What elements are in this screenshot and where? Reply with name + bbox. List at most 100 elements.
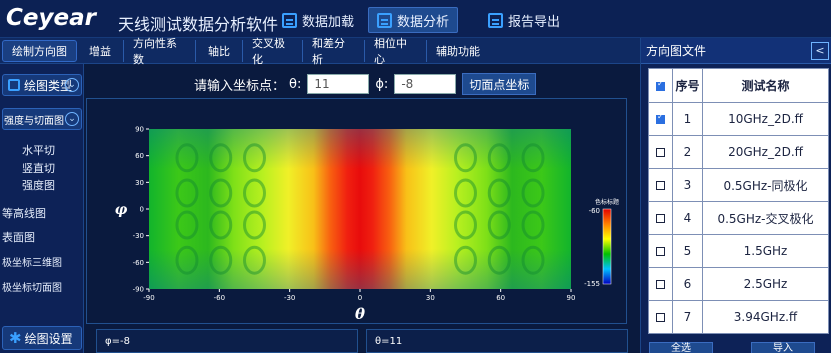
- table-row[interactable]: 3 0.5GHz-同极化: [648, 168, 829, 202]
- tab-data-analysis[interactable]: 数据分析: [368, 7, 459, 33]
- table-row[interactable]: 5 1.5GHz: [648, 234, 829, 268]
- x-axis-label: θ: [355, 305, 365, 323]
- row-name: 2.5GHz: [702, 267, 829, 301]
- row-checkbox[interactable]: [656, 112, 665, 124]
- row-checkbox[interactable]: [656, 148, 665, 157]
- table-row[interactable]: 110GHz_2D.ff: [648, 102, 829, 136]
- colorbar-min-label: -155: [584, 280, 600, 288]
- analysis-icon: [377, 12, 392, 28]
- row-checkbox-cell[interactable]: [648, 234, 673, 268]
- theta-label: θ:: [289, 76, 302, 92]
- row-name: 3.94GHz.ff: [702, 300, 829, 334]
- row-checkbox[interactable]: [656, 247, 665, 256]
- report-icon: [488, 12, 503, 28]
- table-row[interactable]: 4 0.5GHz-交叉极化: [648, 201, 829, 235]
- heatmap-area: [149, 129, 571, 289]
- row-name: 10GHz_2D.ff: [702, 102, 829, 136]
- colorbar-scale: [602, 208, 612, 285]
- colorbar-title: 色标标题: [595, 198, 619, 206]
- toolbar-directivity[interactable]: 方向性系数: [124, 37, 196, 66]
- sidebar-item-surface[interactable]: 表面图: [2, 229, 35, 245]
- logo: Ceyear: [6, 5, 96, 31]
- collapse-icon[interactable]: <: [811, 42, 829, 60]
- toolbar-aux[interactable]: 辅助功能: [427, 40, 489, 62]
- row-name: 0.5GHz-同极化: [702, 168, 829, 202]
- cut-point-button[interactable]: 切面点坐标: [462, 73, 537, 95]
- phi-input[interactable]: -8: [394, 74, 457, 94]
- intensity-cut-header[interactable]: 强度与切面图 ⌄: [2, 108, 82, 130]
- row-checkbox-cell[interactable]: [648, 267, 673, 301]
- y-tick-label: -90: [133, 286, 144, 294]
- theta-input[interactable]: 11: [307, 74, 370, 94]
- toolbar-cross-polar[interactable]: 交叉极化: [243, 37, 303, 66]
- row-checkbox[interactable]: [656, 313, 665, 322]
- table-row[interactable]: 7 3.94GHz.ff: [648, 300, 829, 334]
- main-area: 请输入坐标点： θ: 11 ϕ: -8 切面点坐标 -90 -60 -30 0 …: [86, 64, 642, 353]
- file-table: 序号 测试名称 110GHz_2D.ff220GHz_2D.ff30.5GHz-…: [648, 68, 829, 334]
- tab-label: 报告导出: [508, 14, 561, 30]
- theta-cut-box: θ=11: [366, 329, 628, 353]
- row-checkbox[interactable]: [656, 214, 665, 223]
- tab-label: 数据分析: [397, 14, 450, 30]
- row-index: 1: [672, 102, 703, 136]
- chevron-down-icon: ⌄: [65, 78, 79, 92]
- toolbar-axial-ratio[interactable]: 轴比: [196, 39, 243, 62]
- row-index: 7: [672, 300, 703, 334]
- x-tick-label: 30: [426, 294, 435, 302]
- row-index: 2: [672, 135, 703, 169]
- left-sidebar: 绘图类型 ⌄ 强度与切面图 ⌄ 水平切 竖直切 强度图 等高线图 表面图 极坐标…: [0, 64, 84, 353]
- row-checkbox-cell[interactable]: [648, 300, 673, 334]
- app-title: 天线测试数据分析软件: [118, 15, 279, 34]
- row-checkbox-cell[interactable]: [648, 135, 673, 169]
- colorbar-max-label: -60: [589, 207, 600, 215]
- sidebar-item-intensity-map[interactable]: 强度图: [22, 177, 55, 193]
- file-panel-title: 方向图文件: [646, 44, 707, 58]
- file-panel-header: 方向图文件 <: [641, 38, 831, 64]
- toolbar-draw-pattern[interactable]: 绘制方向图: [2, 39, 77, 62]
- import-button[interactable]: 导入: [751, 342, 815, 353]
- row-checkbox[interactable]: [656, 280, 665, 289]
- toolbar-sum-diff[interactable]: 和差分析: [303, 37, 365, 66]
- plot-type-header[interactable]: 绘图类型 ⌄: [2, 74, 82, 96]
- col-index-header: 序号: [672, 68, 703, 103]
- intensity-heatmap[interactable]: -90 -60 -30 0 30 60 90 90 60 30 0 -30 -60 -90 θ φ 色标标…: [87, 99, 626, 324]
- header-checkbox[interactable]: [656, 79, 665, 91]
- coord-prompt: 请输入坐标点：: [194, 78, 286, 94]
- select-all-checkbox-cell[interactable]: [648, 68, 673, 103]
- select-all-button[interactable]: 全选: [649, 342, 713, 353]
- row-checkbox-cell[interactable]: [648, 102, 673, 136]
- plot-panel: -90 -60 -30 0 30 60 90 90 60 30 0 -30 -60 -90 θ φ 色标标…: [86, 98, 627, 324]
- toolbar-gain[interactable]: 增益: [77, 39, 124, 62]
- sidebar-item-horizontal-cut[interactable]: 水平切: [22, 142, 55, 158]
- top-bar: Ceyear 天线测试数据分析软件 数据加载 数据分析 报告导出: [0, 0, 831, 38]
- sidebar-item-contour[interactable]: 等高线图: [2, 205, 46, 221]
- settings-icon: ✱: [9, 329, 22, 347]
- row-name: 0.5GHz-交叉极化: [702, 201, 829, 235]
- y-tick-label: 90: [135, 126, 144, 134]
- intensity-cut-label: 强度与切面图: [4, 115, 64, 127]
- toolbar-phase-center[interactable]: 相位中心: [365, 37, 427, 66]
- tab-data-load[interactable]: 数据加载: [274, 7, 362, 33]
- tab-report-export[interactable]: 报告导出: [480, 7, 568, 33]
- row-checkbox-cell[interactable]: [648, 201, 673, 235]
- row-index: 4: [672, 201, 703, 235]
- sidebar-item-polar-3d[interactable]: 极坐标三维图: [2, 254, 62, 269]
- colorbar: 色标标题 -60 -155: [584, 198, 619, 288]
- sidebar-item-vertical-cut[interactable]: 竖直切: [22, 160, 55, 176]
- file-panel: 方向图文件 < 序号 测试名称 110GHz_2D.ff220GHz_2D.ff…: [640, 38, 831, 353]
- row-checkbox-cell[interactable]: [648, 168, 673, 202]
- function-toolbar: 绘制方向图 增益 方向性系数 轴比 交叉极化 和差分析 相位中心 辅助功能: [0, 37, 640, 66]
- plot-settings-label: 绘图设置: [24, 331, 73, 346]
- row-name: 20GHz_2D.ff: [702, 135, 829, 169]
- sidebar-item-polar-cut[interactable]: 极坐标切面图: [2, 279, 62, 294]
- table-row[interactable]: 6 2.5GHz: [648, 267, 829, 301]
- table-row[interactable]: 2 20GHz_2D.ff: [648, 135, 829, 169]
- x-tick-label: -60: [214, 294, 225, 302]
- plot-settings-button[interactable]: ✱ 绘图设置: [2, 326, 82, 350]
- y-tick-label: -60: [133, 259, 144, 267]
- x-tick-label: -30: [284, 294, 295, 302]
- y-tick-label: -30: [133, 232, 144, 240]
- x-tick-label: 90: [567, 294, 576, 302]
- row-index: 3: [672, 168, 703, 202]
- row-checkbox[interactable]: [656, 181, 665, 190]
